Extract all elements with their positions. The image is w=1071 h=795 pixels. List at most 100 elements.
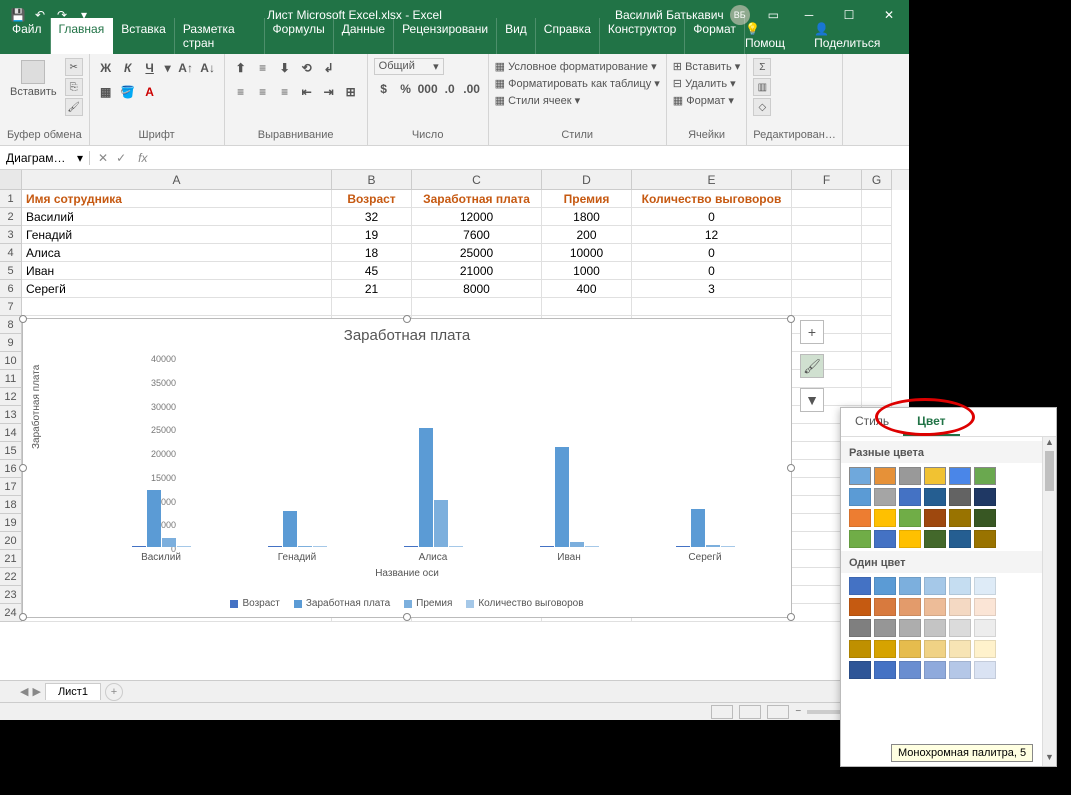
select-all-corner[interactable]	[0, 170, 22, 190]
color-swatch[interactable]	[974, 619, 996, 637]
color-swatch[interactable]	[924, 509, 946, 527]
color-swatch[interactable]	[874, 661, 896, 679]
color-swatch[interactable]	[924, 467, 946, 485]
chart-title[interactable]: Заработная плата	[23, 319, 791, 348]
tab-Данные[interactable]: Данные	[334, 18, 394, 54]
sheet-tab-1[interactable]: Лист1	[45, 683, 101, 700]
color-swatch[interactable]	[924, 577, 946, 595]
chart-bar[interactable]	[585, 546, 599, 547]
color-swatch[interactable]	[974, 577, 996, 595]
col-E[interactable]: E	[632, 170, 792, 190]
formula-input[interactable]	[151, 151, 909, 165]
chart-styles-button[interactable]: 🖌	[800, 354, 824, 378]
row-12[interactable]: 12	[0, 388, 22, 406]
chart-bar[interactable]	[177, 546, 191, 547]
color-swatch[interactable]	[949, 661, 971, 679]
color-swatch[interactable]	[899, 598, 921, 616]
tab-Файл[interactable]: Файл	[4, 18, 51, 54]
align-right-icon[interactable]: ≡	[275, 82, 295, 102]
cut-icon[interactable]: ✂	[65, 58, 83, 76]
chart[interactable]: Заработная плата Заработная плата 050001…	[22, 318, 792, 618]
row-3[interactable]: 3	[0, 226, 22, 244]
color-swatch[interactable]	[949, 467, 971, 485]
chart-bar[interactable]	[283, 511, 297, 547]
color-swatch[interactable]	[949, 598, 971, 616]
format-painter-icon[interactable]: 🖌	[65, 98, 83, 116]
col-A[interactable]: A	[22, 170, 332, 190]
chart-elements-button[interactable]: +	[800, 320, 824, 344]
color-swatch[interactable]	[899, 467, 921, 485]
table-cell[interactable]: 32	[332, 208, 412, 226]
color-swatch[interactable]	[974, 509, 996, 527]
table-cell[interactable]: 8000	[412, 280, 542, 298]
name-box[interactable]: Диаграм…▾	[0, 151, 90, 165]
chart-bar[interactable]	[706, 545, 720, 547]
table-cell[interactable]: 12	[632, 226, 792, 244]
chart-bar[interactable]	[162, 538, 176, 547]
page-layout-button[interactable]	[739, 705, 761, 719]
conditional-format-button[interactable]: ▦ Условное форматирование ▾	[495, 58, 660, 75]
row-20[interactable]: 20	[0, 532, 22, 550]
color-swatch[interactable]	[924, 488, 946, 506]
row-5[interactable]: 5	[0, 262, 22, 280]
table-cell[interactable]: 10000	[542, 244, 632, 262]
border-button[interactable]: ▦	[96, 82, 116, 102]
color-swatch[interactable]	[974, 640, 996, 658]
table-cell[interactable]: 45	[332, 262, 412, 280]
italic-button[interactable]: К	[118, 58, 138, 78]
color-swatch[interactable]	[949, 530, 971, 548]
cancel-formula-icon[interactable]: ✕	[98, 151, 108, 165]
indent-dec-icon[interactable]: ⇤	[297, 82, 317, 102]
row-6[interactable]: 6	[0, 280, 22, 298]
row-7[interactable]: 7	[0, 298, 22, 316]
row-17[interactable]: 17	[0, 478, 22, 496]
table-cell[interactable]: 25000	[412, 244, 542, 262]
chart-bar[interactable]	[298, 546, 312, 547]
align-middle-icon[interactable]: ≡	[253, 58, 273, 78]
row-21[interactable]: 21	[0, 550, 22, 568]
color-swatch[interactable]	[849, 467, 871, 485]
color-swatch[interactable]	[949, 488, 971, 506]
chart-bar[interactable]	[555, 447, 569, 547]
tab-Формулы[interactable]: Формулы	[265, 18, 334, 54]
dec-font-icon[interactable]: A↓	[198, 58, 218, 78]
table-cell[interactable]: 0	[632, 262, 792, 280]
next-sheet-icon[interactable]: ▶	[32, 685, 40, 698]
enter-formula-icon[interactable]: ✓	[116, 151, 126, 165]
tab-Справка[interactable]: Справка	[536, 18, 600, 54]
chart-bar[interactable]	[721, 546, 735, 547]
inc-font-icon[interactable]: A↑	[176, 58, 196, 78]
header-rep[interactable]: Количество выговоров	[632, 190, 792, 208]
align-top-icon[interactable]: ⬆	[231, 58, 251, 78]
row-24[interactable]: 24	[0, 604, 22, 622]
table-cell[interactable]: Серегй	[22, 280, 332, 298]
style-tab[interactable]: Стиль	[841, 408, 903, 436]
table-cell[interactable]: 1000	[542, 262, 632, 280]
header-bonus[interactable]: Премия	[542, 190, 632, 208]
color-swatch[interactable]	[899, 640, 921, 658]
chart-bar[interactable]	[676, 546, 690, 547]
zoom-out-button[interactable]: −	[795, 706, 801, 717]
bold-button[interactable]: Ж	[96, 58, 116, 78]
table-cell[interactable]: 200	[542, 226, 632, 244]
add-sheet-button[interactable]: +	[105, 683, 123, 701]
table-cell[interactable]: 400	[542, 280, 632, 298]
tab-Вставка[interactable]: Вставка	[113, 18, 175, 54]
color-swatch[interactable]	[949, 509, 971, 527]
color-swatch[interactable]	[849, 509, 871, 527]
color-swatch[interactable]	[899, 509, 921, 527]
color-swatch[interactable]	[924, 598, 946, 616]
chart-bar[interactable]	[313, 546, 327, 547]
row-11[interactable]: 11	[0, 370, 22, 388]
fill-icon[interactable]: ▥	[753, 78, 771, 96]
wrap-text-icon[interactable]: ↲	[319, 58, 339, 78]
color-swatch[interactable]	[874, 467, 896, 485]
color-swatch[interactable]	[849, 661, 871, 679]
percent-icon[interactable]: %	[396, 79, 416, 99]
color-swatch[interactable]	[949, 577, 971, 595]
tab-Рецензировани[interactable]: Рецензировани	[394, 18, 497, 54]
clear-icon[interactable]: ◇	[753, 98, 771, 116]
insert-cells-button[interactable]: ⊞ Вставить ▾	[673, 58, 741, 75]
color-swatch[interactable]	[874, 577, 896, 595]
chart-bar[interactable]	[132, 546, 146, 547]
